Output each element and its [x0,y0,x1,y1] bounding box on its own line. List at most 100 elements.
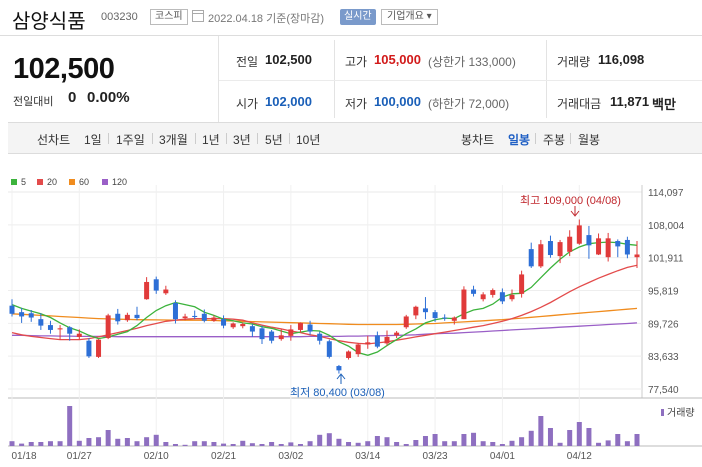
candle-body [365,342,371,345]
volume-bar [115,438,121,446]
candle-body [115,313,121,322]
candle-body [211,317,217,321]
candle [96,339,102,358]
candle-body [86,340,92,357]
volume-bar [365,441,371,446]
volume-bar [230,444,236,446]
volume-bar [432,434,438,446]
volume-bar [240,440,246,446]
volume-bar [192,441,198,446]
candle-body [47,325,53,330]
x-tick-label: 03/23 [423,451,448,462]
candle-body [615,241,621,247]
candle-body [269,331,275,341]
candle [480,292,486,302]
x-tick-label: 03/14 [355,451,380,462]
volume-bar [480,441,486,446]
volume-bar [547,428,553,446]
candle-body [355,344,361,355]
candle-body [480,294,486,300]
volume-bar [38,442,44,446]
candle-body [461,289,467,320]
candle-body [471,289,477,294]
volume-legend-swatch [661,409,664,416]
volume-bar [307,441,313,446]
volume-bar [269,442,275,446]
volume-bar [442,441,448,446]
x-tick-label: 04/01 [490,451,515,462]
volume-bar [172,444,178,446]
candle-body [576,225,582,244]
candle-body [134,314,140,319]
volume-bar [67,406,73,446]
volume-bar [413,440,419,446]
candle [586,225,592,259]
candle-body [519,274,525,294]
volume-bar [201,441,207,446]
candle [567,230,573,257]
volume-bar [490,442,496,446]
candle [124,312,130,322]
candle [596,233,602,256]
volume-bar [153,434,159,446]
candle-body [394,332,400,336]
candle-body [28,313,34,318]
candle-body [596,238,602,255]
candle-body [172,302,178,320]
candle-body [230,323,236,328]
candle-body [221,319,227,326]
candle [374,331,380,349]
y-tick-label: 101,911 [648,254,684,265]
volume-bar [221,443,227,446]
volume-bar [249,443,255,446]
volume-bar [538,416,544,446]
volume-bar [278,444,284,446]
candle [67,326,73,341]
volume-bar [586,428,592,446]
volume-bar [124,438,130,446]
candle-body [557,242,563,257]
y-tick-label: 95,819 [648,287,679,298]
volume-bar [605,440,611,446]
candle [547,235,553,258]
candle [288,325,294,341]
candle-body [442,317,448,319]
candle-body [38,319,44,326]
candle-body [182,316,188,319]
volume-bar [634,434,640,446]
volume-bar [47,441,53,446]
candle [336,364,342,374]
volume-bar [422,436,428,446]
candle [249,324,255,337]
candle-body [374,335,380,347]
volume-bar [624,441,630,446]
candle [528,242,534,268]
volume-bar [9,441,15,446]
x-tick-label: 04/12 [567,451,592,462]
candle-body [547,241,553,256]
volume-bar [134,441,140,446]
volume-bar [336,438,342,446]
volume-bar [297,444,303,446]
candle [144,277,150,300]
stock-chart[interactable]: 114,097 108,004 101,911 95,819 89,726 83,633 7… [0,0,702,467]
x-tick-label: 03/02 [278,451,303,462]
candle [47,320,53,334]
candle-body [538,244,544,267]
volume-bar [317,434,323,446]
volume-bar [557,442,563,446]
y-tick-label: 114,097 [648,188,684,199]
candle-body [288,329,294,336]
candle-body [96,339,102,357]
candle-body [432,312,438,319]
candle [105,313,111,340]
candle [192,310,198,320]
candle-body [528,249,534,267]
candle [615,239,621,258]
candle-body [9,305,15,314]
candle-body [297,322,303,330]
candle-body [57,328,63,330]
y-tick-label: 89,726 [648,319,679,330]
x-tick-label: 02/21 [211,451,236,462]
candle-body [317,333,323,341]
